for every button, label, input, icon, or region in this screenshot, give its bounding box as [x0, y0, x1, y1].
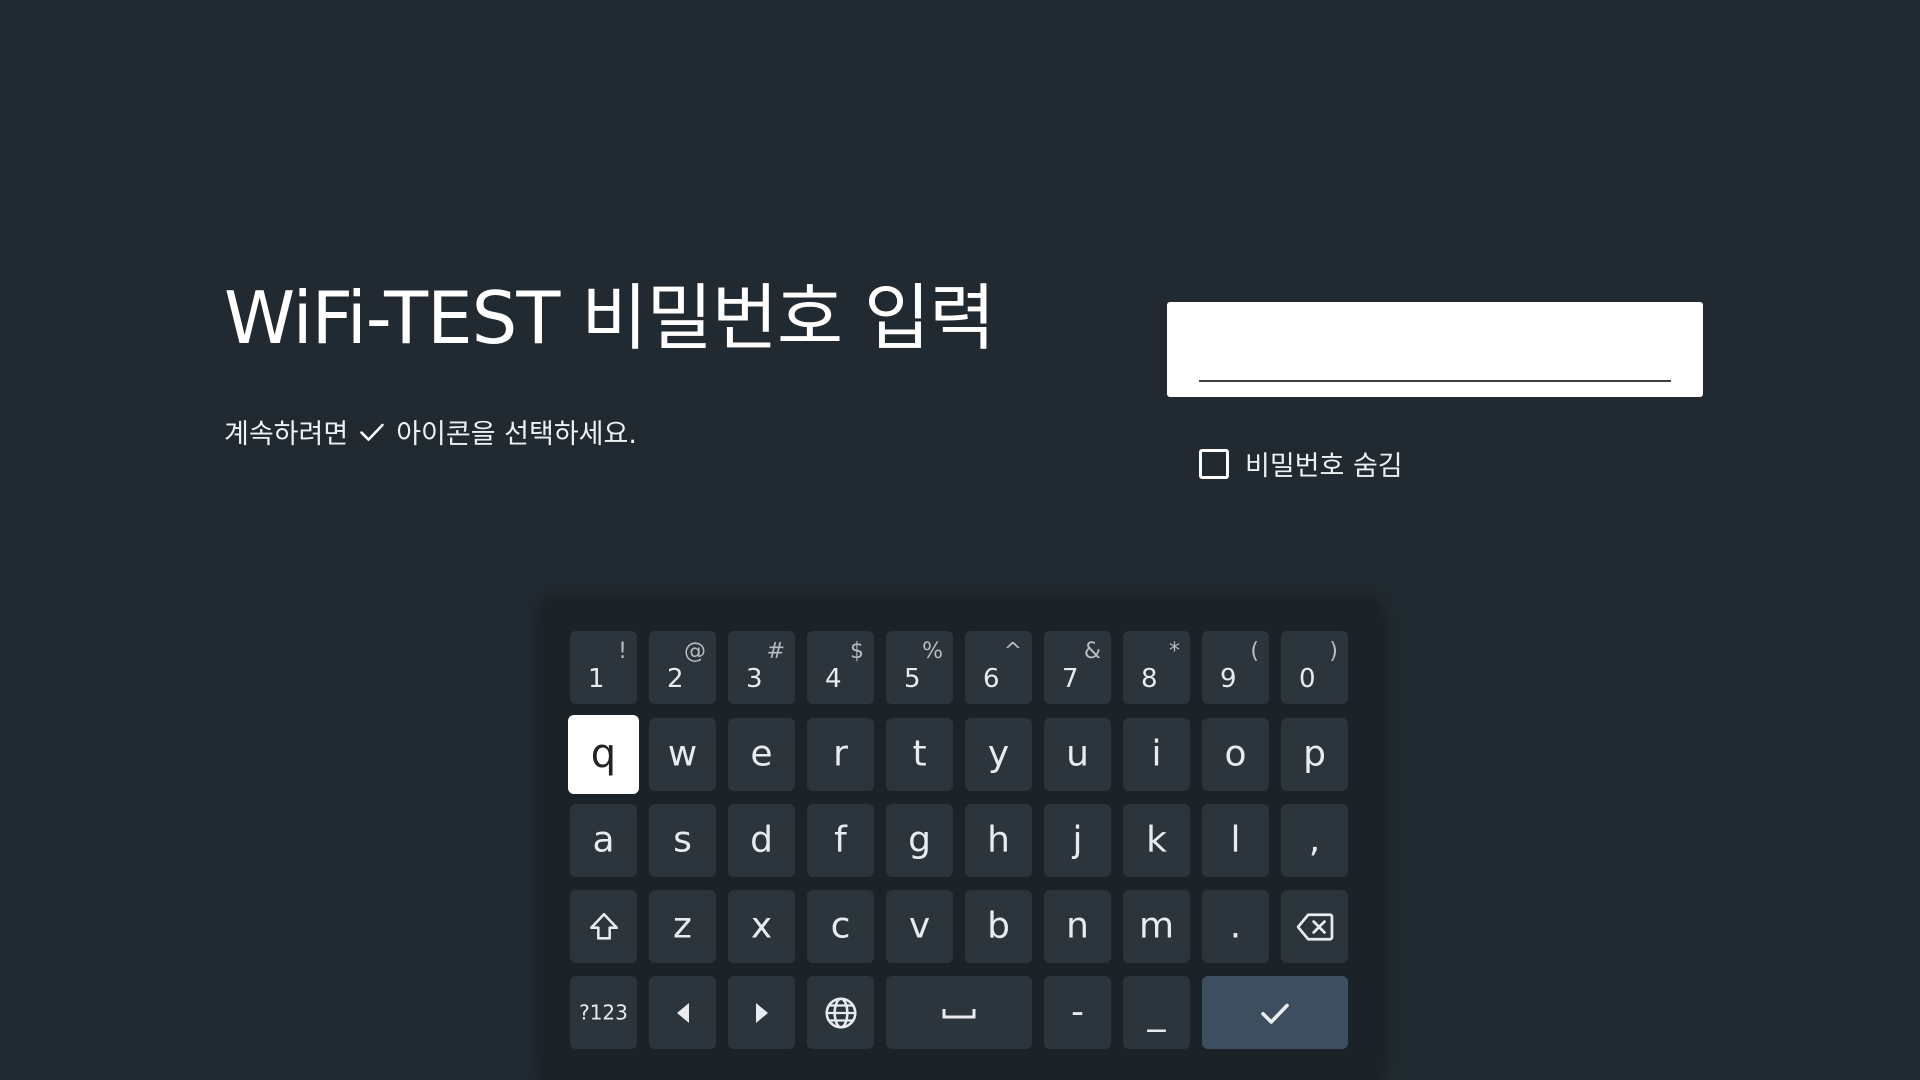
language-key[interactable] [807, 976, 874, 1049]
symbols-key[interactable]: ?123 [570, 976, 637, 1049]
key-u[interactable]: u [1044, 718, 1111, 791]
space-key[interactable] [886, 976, 1032, 1049]
password-field-container [1167, 302, 1703, 397]
key-v[interactable]: v [886, 890, 953, 963]
hide-password-label: 비밀번호 숨김 [1245, 451, 1403, 482]
on-screen-keyboard: 1! 2 @ 3 # 4 $ 5% 6 ^ 7 & 8 * 9( 0) q w e r t … [541, 601, 1380, 1080]
check-icon [360, 423, 384, 441]
page-title: WiFi-TEST 비밀번호 입력 [224, 276, 996, 360]
key-z[interactable]: z [649, 890, 716, 963]
check-icon [1261, 1003, 1289, 1024]
key-6[interactable]: 6 ^ [965, 631, 1032, 704]
cursor-right-key[interactable] [728, 976, 795, 1049]
key-c[interactable]: c [807, 890, 874, 963]
key-n[interactable]: n [1044, 890, 1111, 963]
key-7[interactable]: 7 & [1044, 631, 1111, 704]
key-w[interactable]: w [649, 718, 716, 791]
instruction-text: 계속하려면 아이콘을 선택하세요. [224, 412, 637, 451]
key-x[interactable]: x [728, 890, 795, 963]
hide-password-checkbox[interactable] [1199, 448, 1229, 479]
key-o[interactable]: o [1202, 718, 1269, 791]
key-a[interactable]: a [570, 804, 637, 877]
key-period[interactable]: . [1202, 890, 1269, 963]
key-k[interactable]: k [1123, 804, 1190, 877]
key-comma[interactable]: , [1281, 804, 1348, 877]
arrow-right-icon [755, 1002, 768, 1023]
backspace-icon [1296, 912, 1333, 941]
key-d[interactable]: d [728, 804, 795, 877]
key-s[interactable]: s [649, 804, 716, 877]
instruction-before: 계속하려면 [224, 419, 349, 450]
cursor-left-key[interactable] [649, 976, 716, 1049]
key-j[interactable]: j [1044, 804, 1111, 877]
space-bar-icon [942, 1008, 976, 1018]
underscore-key[interactable]: _ [1123, 976, 1190, 1049]
key-4[interactable]: 4 $ [807, 631, 874, 704]
key-5[interactable]: 5% [886, 631, 953, 704]
key-b[interactable]: b [965, 890, 1032, 963]
globe-icon [824, 996, 857, 1029]
key-f[interactable]: f [807, 804, 874, 877]
password-input[interactable] [1199, 314, 1671, 382]
shift-arrow-icon [589, 912, 618, 940]
key-i[interactable]: i [1123, 718, 1190, 791]
key-0[interactable]: 0) [1281, 631, 1348, 704]
key-q[interactable]: q [568, 715, 639, 794]
arrow-left-icon [676, 1002, 689, 1023]
instruction-after: 아이콘을 선택하세요. [396, 419, 637, 450]
key-8[interactable]: 8 * [1123, 631, 1190, 704]
wifi-password-screen: WiFi-TEST 비밀번호 입력 계속하려면 아이콘을 선택하세요. 비밀번호… [0, 0, 1920, 1080]
key-e[interactable]: e [728, 718, 795, 791]
key-9[interactable]: 9( [1202, 631, 1269, 704]
key-3[interactable]: 3 # [728, 631, 795, 704]
key-1[interactable]: 1! [570, 631, 637, 704]
key-r[interactable]: r [807, 718, 874, 791]
key-m[interactable]: m [1123, 890, 1190, 963]
key-h[interactable]: h [965, 804, 1032, 877]
key-y[interactable]: y [965, 718, 1032, 791]
shift-key[interactable] [570, 890, 637, 963]
backspace-key[interactable] [1281, 890, 1348, 963]
key-g[interactable]: g [886, 804, 953, 877]
key-l[interactable]: l [1202, 804, 1269, 877]
key-p[interactable]: p [1281, 718, 1348, 791]
enter-key[interactable] [1202, 976, 1348, 1049]
key-t[interactable]: t [886, 718, 953, 791]
hide-password-toggle[interactable]: 비밀번호 숨김 [1199, 444, 1403, 483]
key-2[interactable]: 2 @ [649, 631, 716, 704]
dash-key[interactable]: - [1044, 976, 1111, 1049]
